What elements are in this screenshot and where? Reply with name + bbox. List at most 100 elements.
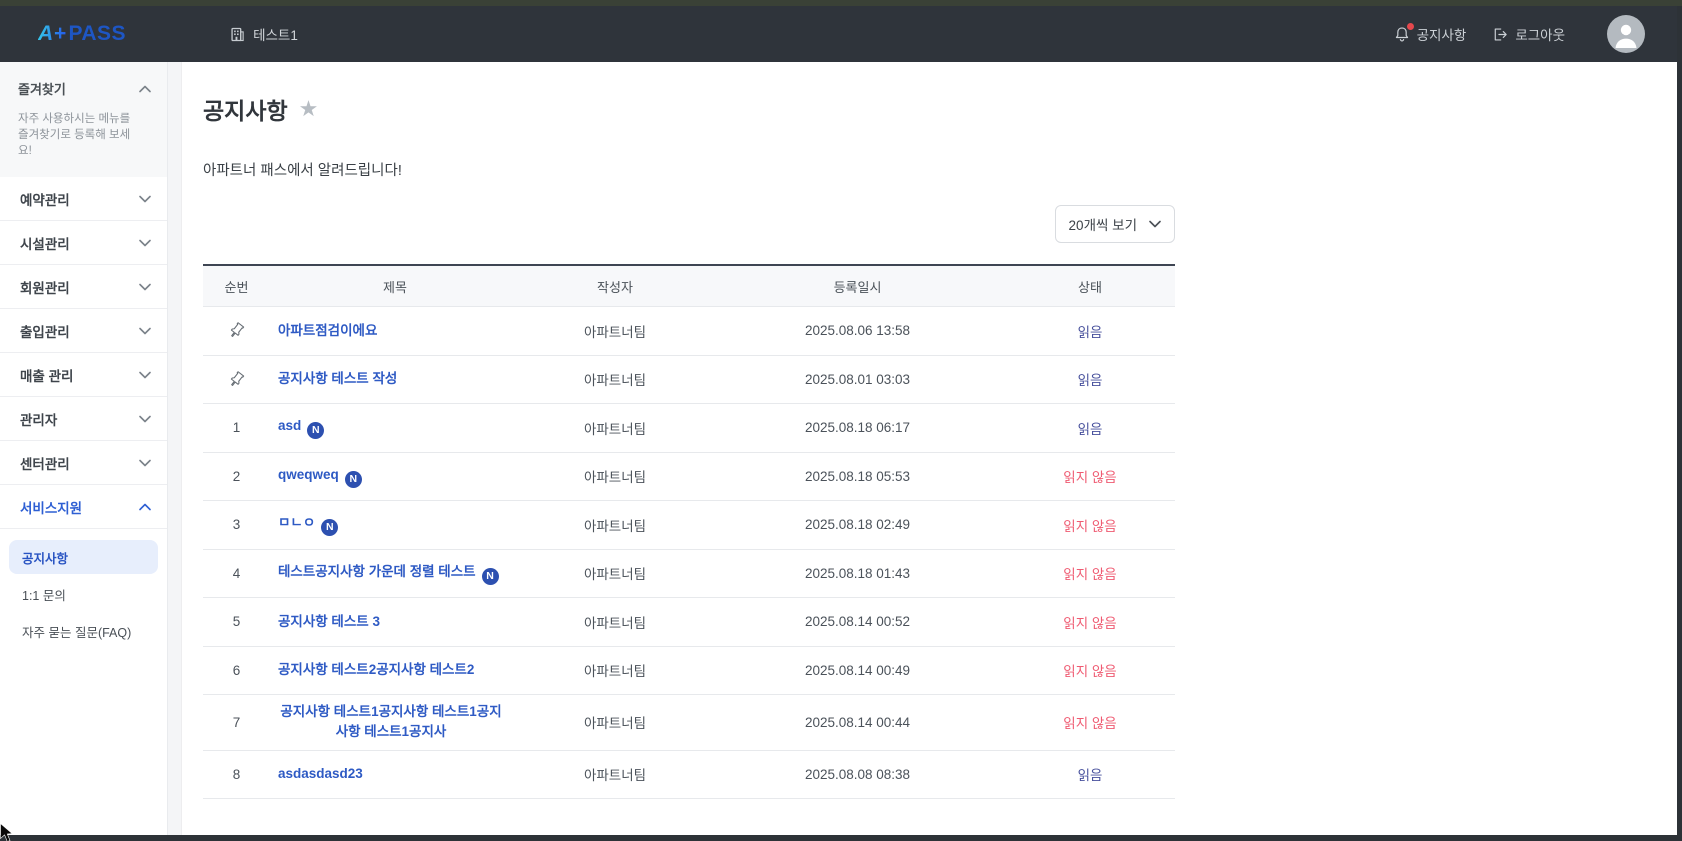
logout-button[interactable]: 로그아웃 <box>1492 24 1565 44</box>
sidebar-menu-item[interactable]: 매출 관리 <box>0 353 167 398</box>
sidebar-menu-item-label: 관리자 <box>20 412 58 428</box>
chevron-down-icon <box>139 327 151 335</box>
notice-title-link[interactable]: 공지사항 테스트1공지사항 테스트1공지사항 테스트1공지사 <box>278 702 504 743</box>
notice-title-link[interactable]: asd N <box>278 416 325 440</box>
page-subtitle: 아파트너 패스에서 알려드립니다! <box>203 163 402 179</box>
sidebar-menu-item[interactable]: 회원관리 <box>0 265 167 310</box>
title-cell: 공지사항 테스트2공지사항 테스트2 <box>270 653 520 687</box>
notice-title-link[interactable]: 공지사항 테스트2공지사항 테스트2 <box>278 660 474 680</box>
page-size-select-value: 20개씩 보기 <box>1068 218 1137 233</box>
title-cell: 테스트공지사항 가운데 정렬 테스트 N <box>270 555 520 592</box>
table-row: 3 ㅁㄴㅇ N 아파트너팀 2025.08.18 02:49 읽지 않음 <box>203 501 1175 550</box>
sidebar-menu-item[interactable]: 출입관리 <box>0 309 167 354</box>
sidebar-menu-item-label: 회원관리 <box>20 280 70 296</box>
table-row: 8 asdasdasd23 아파트너팀 2025.08.08 08:38 읽음 <box>203 750 1175 799</box>
logout-button-label: 로그아웃 <box>1515 28 1565 43</box>
chevron-up-icon[interactable] <box>139 85 151 93</box>
notice-title-text: 공지사항 테스트1공지사항 테스트1공지사항 테스트1공지사 <box>280 704 502 740</box>
author-cell: 아파트너팀 <box>583 324 647 340</box>
favorites-description: 자주 사용하시는 메뉴를 즐겨찾기로 등록해 보세요! <box>18 113 131 158</box>
status-cell: 읽지 않음 <box>1063 567 1117 583</box>
app-logo[interactable]: A+PASS <box>38 22 126 46</box>
bell-icon <box>1394 22 1414 43</box>
notice-title-link[interactable]: qweqweq N <box>278 465 362 488</box>
notice-title-link[interactable]: ㅁㄴㅇ N <box>278 513 339 537</box>
sidebar-menu-item[interactable]: 센터관리 <box>0 441 167 486</box>
author-cell: 아파트너팀 <box>583 664 647 680</box>
table-column-header: 등록일시 <box>833 279 882 295</box>
sidebar-submenu-item[interactable]: 1:1 문의 <box>9 577 158 611</box>
date-cell: 2025.08.18 01:43 <box>804 565 911 581</box>
sidebar-scrollbar[interactable] <box>168 62 182 835</box>
notification-dot <box>1406 22 1414 30</box>
sidebar-menu-item[interactable]: 서비스지원 <box>0 485 167 530</box>
favorites-section: 즐겨찾기 자주 사용하시는 메뉴를 즐겨찾기로 등록해 보세요! <box>0 62 167 178</box>
notice-title-link[interactable]: asdasdasd23 <box>278 764 363 784</box>
notice-title-text: asdasdasd23 <box>278 766 363 782</box>
row-number-cell <box>203 370 270 388</box>
row-number-cell: 7 <box>203 715 270 730</box>
logo-pass-text: PASS <box>68 22 127 45</box>
notice-title-link[interactable]: 아파트점검이에요 <box>278 321 377 341</box>
table-column-header: 작성자 <box>597 279 633 295</box>
table-row: 5 공지사항 테스트 3 아파트너팀 2025.08.14 00:52 읽지 않… <box>203 598 1175 647</box>
chevron-down-icon <box>139 283 151 291</box>
logout-icon <box>1492 27 1508 42</box>
date-cell: 2025.08.14 00:44 <box>804 714 911 730</box>
new-badge: N <box>481 567 499 585</box>
table-header-row: 순번 제목 작성자 등록일시 상태 <box>203 266 1175 307</box>
table-column-header: 제목 <box>383 279 407 295</box>
sidebar-menu-item[interactable]: 시설관리 <box>0 221 167 266</box>
date-cell: 2025.08.14 00:49 <box>804 662 911 678</box>
sidebar-menu-item[interactable]: 관리자 <box>0 397 167 442</box>
table-row: 6 공지사항 테스트2공지사항 테스트2 아파트너팀 2025.08.14 00… <box>203 646 1175 695</box>
status-cell: 읽지 않음 <box>1063 615 1117 631</box>
building-icon <box>230 27 245 42</box>
title-cell: 아파트점검이에요 <box>270 314 520 348</box>
chevron-down-icon <box>139 195 151 203</box>
title-cell: 공지사항 테스트 3 <box>270 605 520 639</box>
table-column-header: 순번 <box>224 279 249 295</box>
notice-button[interactable]: 공지사항 <box>1394 22 1466 44</box>
row-number: 4 <box>232 565 241 581</box>
sidebar-menu-item-label: 센터관리 <box>20 456 70 472</box>
notice-title-link[interactable]: 공지사항 테스트 작성 <box>278 369 397 389</box>
sidebar-menu: 예약관리 시설관리 회원관리 출입관리 매출 관리 관리자 센터관리 서비스지원 <box>0 177 167 530</box>
sidebar-submenu-item[interactable]: 공지사항 <box>9 540 158 575</box>
row-number: 1 <box>232 420 241 436</box>
sidebar-menu-item-label: 서비스지원 <box>20 500 83 516</box>
notice-title-link[interactable]: 공지사항 테스트 3 <box>278 612 380 632</box>
site-selector[interactable]: 테스트1 <box>230 24 298 44</box>
notice-title-link[interactable]: 테스트공지사항 가운데 정렬 테스트 N <box>278 562 499 585</box>
row-number: 2 <box>232 468 241 484</box>
sidebar-menu-item-label: 출입관리 <box>20 324 70 340</box>
title-cell: 공지사항 테스트 작성 <box>270 362 520 396</box>
row-number-cell: 6 <box>203 663 270 678</box>
topbar-actions: 공지사항 로그아웃 <box>1394 15 1677 53</box>
row-number-cell: 2 <box>203 469 270 484</box>
chevron-up-icon <box>139 503 151 511</box>
pin-icon <box>225 319 249 343</box>
page-body: 즐겨찾기 자주 사용하시는 메뉴를 즐겨찾기로 등록해 보세요! 예약관리 시설… <box>0 62 1677 835</box>
date-cell: 2025.08.18 02:49 <box>804 517 911 533</box>
row-number: 8 <box>232 766 241 782</box>
row-number: 6 <box>232 662 241 678</box>
table-row: 공지사항 테스트 작성 아파트너팀 2025.08.01 03:03 읽음 <box>203 355 1175 404</box>
row-number-cell: 5 <box>203 614 270 629</box>
row-number-cell: 4 <box>203 566 270 581</box>
notice-table: 순번 제목 작성자 등록일시 상태 아파트점검이에요 아파트너팀 2025.08.06 … <box>203 264 1175 799</box>
list-toolbar: 20개씩 보기 <box>203 205 1175 243</box>
favorite-star-icon[interactable]: ★ <box>299 98 319 120</box>
page-size-select[interactable]: 20개씩 보기 <box>1054 205 1175 243</box>
new-badge: N <box>307 422 325 440</box>
sidebar-menu-item[interactable]: 예약관리 <box>0 177 167 222</box>
row-number: 7 <box>232 714 241 730</box>
user-avatar[interactable] <box>1607 15 1645 53</box>
row-number-cell: 3 <box>203 517 270 532</box>
sidebar-menu-item-label: 시설관리 <box>20 236 70 252</box>
logo-a-mark: A+ <box>38 22 67 45</box>
notice-title-text: 공지사항 테스트 3 <box>278 613 380 629</box>
sidebar-submenu-item[interactable]: 자주 묻는 질문(FAQ) <box>9 614 158 648</box>
date-cell: 2025.08.14 00:52 <box>804 614 911 630</box>
sidebar-submenu-item-label: 1:1 문의 <box>22 588 66 603</box>
